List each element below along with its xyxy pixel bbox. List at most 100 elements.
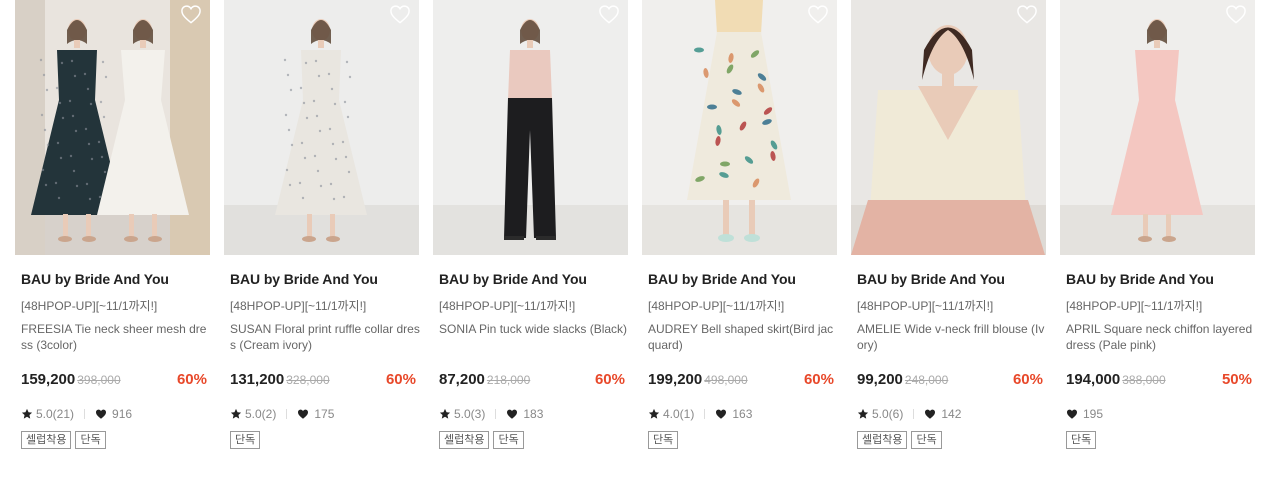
product-tag: 단독 [648,431,679,449]
brand-name[interactable]: BAU by Bride And You [1066,271,1214,287]
brand-name[interactable]: BAU by Bride And You [857,271,1005,287]
product-tag: 단독 [493,431,524,449]
review-meta: 5.0(21) 916 [21,406,132,422]
review-meta: 5.0(6) 142 [857,406,961,422]
sale-price: 159,200 [21,371,76,388]
product-photo [851,0,1046,255]
product-name[interactable]: APRIL Square neck chiffon layered dress … [1066,321,1256,353]
wishlist-heart-icon[interactable] [1225,4,1247,24]
product-card[interactable]: BAU by Bride And You [48HPOP-UP][~11/1까지… [642,0,837,492]
price-row: 194,000 388,000 50% [1066,371,1252,391]
likes-count: 175 [314,407,335,421]
product-card[interactable]: BAU by Bride And You [48HPOP-UP][~11/1까지… [224,0,420,492]
heart-filled-icon [297,408,309,420]
tag-list: 단독 [648,431,679,449]
tag-list: 단독 [1066,431,1097,449]
product-card[interactable]: BAU by Bride And You [48HPOP-UP][~11/1까지… [1060,0,1255,492]
promo-label: [48HPOP-UP][~11/1까지!] [648,299,785,313]
heart-filled-icon [924,408,936,420]
tag-list: 단독 [230,431,261,449]
wishlist-heart-icon[interactable] [389,4,411,24]
sale-price: 99,200 [857,371,903,388]
product-photo [1060,0,1255,255]
meta-divider [495,409,497,419]
brand-name[interactable]: BAU by Bride And You [21,271,169,287]
meta-divider [913,409,915,419]
product-image[interactable] [642,0,837,255]
product-image[interactable] [224,0,419,255]
product-photo [224,0,419,255]
product-name[interactable]: SUSAN Floral print ruffle collar dress (… [230,321,420,353]
rating-text: 5.0(21) [36,407,75,421]
wishlist-heart-icon[interactable] [180,4,202,24]
tag-list: 셀럽착용 단독 [857,431,942,449]
heart-filled-icon [715,408,727,420]
product-grid: BAU by Bride And You [48HPOP-UP][~11/1까지… [15,0,1255,492]
original-price: 248,000 [904,373,949,387]
promo-label: [48HPOP-UP][~11/1까지!] [857,299,994,313]
meta-divider [704,409,706,419]
likes-count: 142 [941,407,962,421]
original-price: 218,000 [486,373,531,387]
tag-list: 셀럽착용 단독 [439,431,524,449]
product-image[interactable] [15,0,210,255]
product-name[interactable]: AUDREY Bell shaped skirt(Bird jacquard) [648,321,838,353]
star-icon [21,408,33,420]
product-card[interactable]: BAU by Bride And You [48HPOP-UP][~11/1까지… [851,0,1046,492]
product-photo [15,0,210,255]
brand-name[interactable]: BAU by Bride And You [439,271,587,287]
promo-label: [48HPOP-UP][~11/1까지!] [230,299,367,313]
discount-rate: 60% [176,371,207,388]
likes-count: 195 [1083,407,1104,421]
heart-filled-icon [506,408,518,420]
star-icon [230,408,242,420]
price-row: 131,200 328,000 60% [230,371,416,391]
product-tag: 단독 [230,431,261,449]
original-price: 328,000 [286,373,330,387]
product-tag: 단독 [911,431,942,449]
likes-count: 916 [112,407,133,421]
price-row: 99,200 248,000 60% [857,371,1043,391]
product-tag: 셀럽착용 [21,431,72,449]
review-meta: 195 [1066,406,1103,422]
tag-list: 셀럽착용 단독 [21,431,106,449]
promo-label: [48HPOP-UP][~11/1까지!] [439,299,576,313]
product-tag: 단독 [75,431,106,449]
product-name[interactable]: SONIA Pin tuck wide slacks (Black) [439,321,629,337]
rating-text: 4.0(1) [663,407,695,421]
wishlist-heart-icon[interactable] [807,4,829,24]
original-price: 498,000 [704,373,748,387]
brand-name[interactable]: BAU by Bride And You [648,271,796,287]
original-price: 398,000 [77,373,121,387]
price-row: 87,200 218,000 60% [439,371,625,391]
product-image[interactable] [851,0,1046,255]
meta-divider [84,409,86,419]
product-image[interactable] [433,0,628,255]
promo-label: [48HPOP-UP][~11/1까지!] [1066,299,1203,313]
price-row: 199,200 498,000 60% [648,371,834,391]
product-card[interactable]: BAU by Bride And You [48HPOP-UP][~11/1까지… [15,0,210,492]
sale-price: 131,200 [230,371,285,388]
product-name[interactable]: AMELIE Wide v-neck frill blouse (Ivory) [857,321,1047,353]
star-icon [439,408,451,420]
rating-text: 5.0(6) [872,407,904,421]
wishlist-heart-icon[interactable] [598,4,620,24]
product-tag: 단독 [1066,431,1097,449]
review-meta: 5.0(3) 183 [439,406,543,422]
wishlist-heart-icon[interactable] [1016,4,1038,24]
discount-rate: 60% [594,371,625,388]
discount-rate: 60% [803,371,834,388]
brand-name[interactable]: BAU by Bride And You [230,271,378,287]
rating-text: 5.0(2) [245,407,277,421]
likes-count: 163 [732,407,753,421]
star-icon [648,408,660,420]
discount-rate: 50% [1221,371,1252,388]
sale-price: 87,200 [439,371,485,388]
product-name[interactable]: FREESIA Tie neck sheer mesh dress (3colo… [21,321,211,353]
product-card[interactable]: BAU by Bride And You [48HPOP-UP][~11/1까지… [433,0,628,492]
heart-filled-icon [95,408,107,420]
product-tag: 셀럽착용 [857,431,908,449]
product-image[interactable] [1060,0,1255,255]
sale-price: 199,200 [648,371,703,388]
product-tag: 셀럽착용 [439,431,490,449]
